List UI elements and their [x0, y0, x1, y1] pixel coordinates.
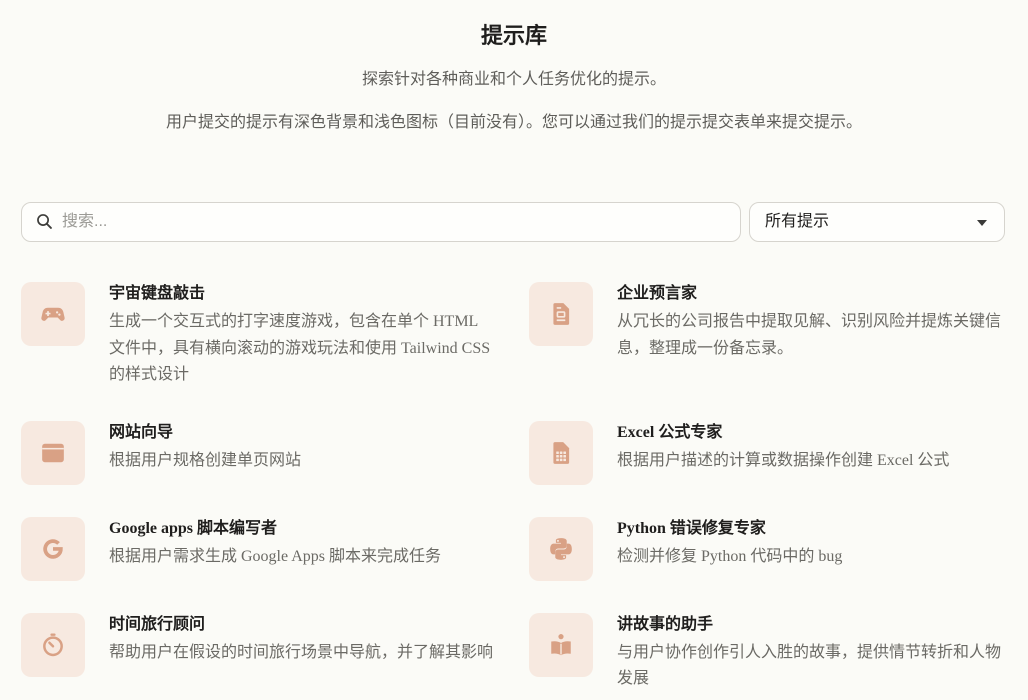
- icon-tile: [529, 420, 593, 485]
- card-title: Python 错误修复专家: [617, 519, 766, 537]
- caret-down-icon: [977, 220, 987, 226]
- google-g-icon: [43, 538, 63, 559]
- document-icon: [553, 303, 570, 325]
- icon-tile: [21, 612, 85, 677]
- card-text: 宇宙键盘敲击 生成一个交互式的打字速度游戏，包含在单个 HTML 文件中，具有横…: [109, 282, 497, 389]
- prompt-card-google-apps-scripter[interactable]: Google apps 脚本编写者 根据用户需求生成 Google Apps 脚…: [21, 516, 497, 581]
- card-text: Excel 公式专家 根据用户描述的计算或数据操作创建 Excel 公式: [617, 421, 1005, 475]
- icon-tile: [529, 612, 593, 677]
- card-title: Google apps 脚本编写者: [109, 519, 278, 537]
- prompt-card-corporate-clairvoyant[interactable]: 企业预言家 从冗长的公司报告中提取见解、识别风险并提炼关键信息，整理成一份备忘录…: [529, 282, 1005, 389]
- card-description: 根据用户需求生成 Google Apps 脚本来完成任务: [109, 547, 442, 565]
- search-input[interactable]: [62, 203, 728, 241]
- gamepad-icon: [41, 307, 65, 321]
- browser-window-icon: [42, 443, 64, 462]
- prompt-card-time-travel-consultant[interactable]: 时间旅行顾问 帮助用户在假设的时间旅行场景中导航，并了解其影响: [21, 612, 497, 693]
- card-description: 根据用户规格创建单页网站: [109, 451, 302, 469]
- card-text: 网站向导 根据用户规格创建单页网站: [109, 421, 497, 475]
- card-description: 根据用户描述的计算或数据操作创建 Excel 公式: [617, 451, 950, 469]
- card-description: 帮助用户在假设的时间旅行场景中导航，并了解其影响: [109, 643, 494, 661]
- card-title: 讲故事的助手: [617, 615, 714, 633]
- spreadsheet-file-icon: [553, 441, 570, 464]
- icon-tile: [21, 516, 85, 581]
- card-description: 与用户协作创作引人入胜的故事，提供情节转折和人物发展: [617, 643, 1002, 688]
- card-description: 检测并修复 Python 代码中的 bug: [617, 547, 843, 565]
- card-title: 宇宙键盘敲击: [109, 285, 206, 302]
- icon-tile: [529, 282, 593, 346]
- book-reader-icon: [551, 633, 571, 655]
- card-description: 从冗长的公司报告中提取见解、识别风险并提炼关键信息，整理成一份备忘录。: [617, 313, 1002, 357]
- search-icon: [37, 214, 52, 229]
- prompt-card-cosmic-keystrokes[interactable]: 宇宙键盘敲击 生成一个交互式的打字速度游戏，包含在单个 HTML 文件中，具有横…: [21, 282, 497, 389]
- icon-tile: [21, 420, 85, 485]
- prompt-filter-label: 所有提示: [765, 213, 830, 230]
- card-title: 企业预言家: [617, 285, 698, 302]
- page-subtitle: 探索针对各种商业和个人任务优化的提示。: [361, 71, 666, 88]
- page-header: 提示库 探索针对各种商业和个人任务优化的提示。 用户提交的提示有深色背景和浅色图…: [0, 0, 1028, 135]
- card-description: 生成一个交互式的打字速度游戏，包含在单个 HTML 文件中，具有横向滚动的游戏玩…: [109, 313, 491, 383]
- prompt-grid: 宇宙键盘敲击 生成一个交互式的打字速度游戏，包含在单个 HTML 文件中，具有横…: [21, 282, 1028, 693]
- prompt-card-excel-formula-expert[interactable]: Excel 公式专家 根据用户描述的计算或数据操作创建 Excel 公式: [529, 420, 1005, 485]
- page-title: 提示库: [480, 23, 547, 48]
- card-title: Excel 公式专家: [617, 423, 723, 441]
- prompt-card-python-bug-buster[interactable]: Python 错误修复专家 检测并修复 Python 代码中的 bug: [529, 516, 1005, 581]
- card-text: 企业预言家 从冗长的公司报告中提取见解、识别风险并提炼关键信息，整理成一份备忘录…: [617, 282, 1005, 362]
- prompt-card-storytelling-sidekick[interactable]: 讲故事的助手 与用户协作创作引人入胜的故事，提供情节转折和人物发展: [529, 612, 1005, 693]
- icon-tile: [21, 282, 85, 346]
- python-icon: [550, 537, 572, 560]
- card-title: 网站向导: [109, 423, 174, 441]
- card-text: Google apps 脚本编写者 根据用户需求生成 Google Apps 脚…: [109, 517, 497, 571]
- card-text: 讲故事的助手 与用户协作创作引人入胜的故事，提供情节转折和人物发展: [617, 613, 1005, 693]
- prompt-filter-select[interactable]: 所有提示: [749, 202, 1005, 242]
- card-text: Python 错误修复专家 检测并修复 Python 代码中的 bug: [617, 517, 1005, 571]
- page-note: 用户提交的提示有深色背景和浅色图标（目前没有）。您可以通过我们的提示提交表单来提…: [165, 114, 862, 131]
- card-title: 时间旅行顾问: [109, 615, 206, 633]
- prompt-card-website-wizard[interactable]: 网站向导 根据用户规格创建单页网站: [21, 420, 497, 485]
- timer-icon: [43, 633, 63, 656]
- card-text: 时间旅行顾问 帮助用户在假设的时间旅行场景中导航，并了解其影响: [109, 613, 497, 667]
- toolbar: 所有提示: [21, 202, 1005, 242]
- icon-tile: [529, 516, 593, 581]
- search-box[interactable]: [21, 202, 741, 242]
